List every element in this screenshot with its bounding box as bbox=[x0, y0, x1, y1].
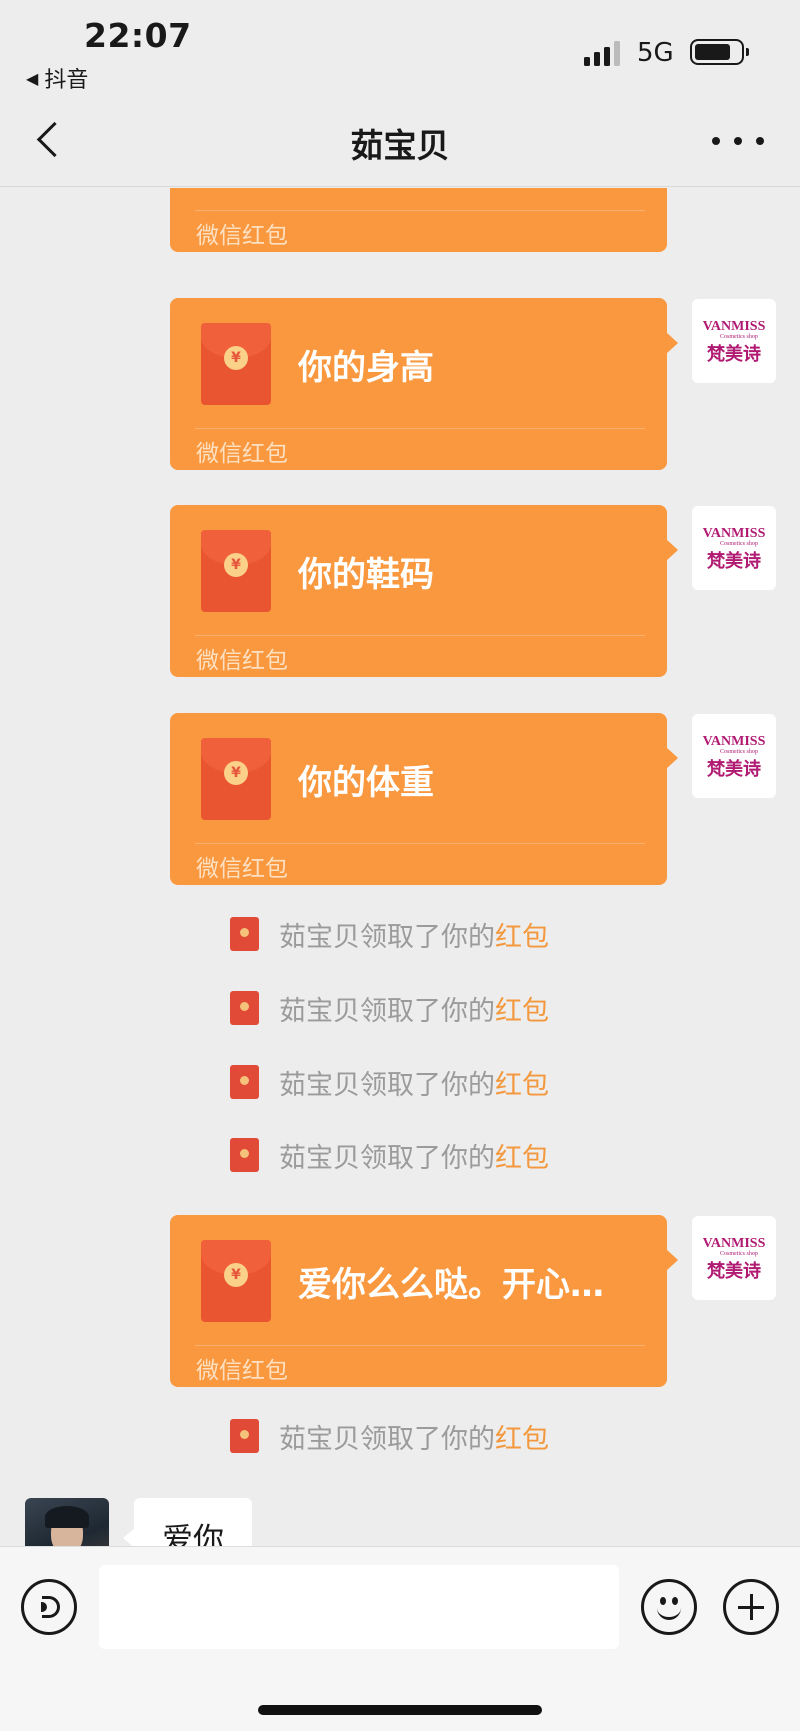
system-notice: 茹宝贝领取了你的 红包 bbox=[230, 915, 549, 954]
notice-link[interactable]: 红包 bbox=[495, 1136, 549, 1175]
red-envelope-small-icon bbox=[230, 917, 259, 951]
divider bbox=[195, 1345, 645, 1346]
notice-text: 茹宝贝领取了你的 bbox=[279, 1069, 495, 1101]
red-packet-footer: 微信红包 bbox=[196, 648, 288, 674]
red-packet-text: 你的体重 bbox=[298, 763, 434, 803]
red-packet-text: 你的身高 bbox=[298, 348, 434, 388]
red-envelope-small-icon bbox=[230, 991, 259, 1025]
red-envelope-small-icon bbox=[230, 1419, 259, 1453]
back-to-app[interactable]: ◀ 抖音 bbox=[26, 62, 88, 94]
chat-area[interactable]: ¥ 微信红包 ¥ 你的身高 微信红包 VANMISSCosmetics shop… bbox=[0, 188, 800, 1546]
sender-avatar[interactable]: VANMISS Cosmetics shop 梵美诗 bbox=[692, 299, 776, 383]
back-app-label: 抖音 bbox=[44, 68, 89, 93]
sender-avatar[interactable]: VANMISS Cosmetics shop 梵美诗 bbox=[692, 714, 776, 798]
status-bar: 22:07 ◀ 抖音 5G bbox=[0, 0, 800, 95]
notice-text: 茹宝贝领取了你的 bbox=[279, 1423, 495, 1455]
red-packet-footer: 微信红包 bbox=[196, 1358, 288, 1384]
red-packet-footer: 微信红包 bbox=[196, 223, 288, 249]
back-triangle-icon: ◀ bbox=[26, 68, 39, 88]
emoji-icon bbox=[660, 1597, 666, 1605]
contact-avatar[interactable] bbox=[25, 1498, 109, 1546]
system-notice: 茹宝贝领取了你的 红包 bbox=[230, 1136, 549, 1175]
red-envelope-small-icon bbox=[230, 1065, 259, 1099]
sender-avatar[interactable]: VANMISS Cosmetics shop 梵美诗 bbox=[692, 506, 776, 590]
battery-level bbox=[695, 44, 731, 60]
battery-icon bbox=[690, 39, 749, 65]
signal-icon bbox=[584, 40, 620, 66]
system-notice: 茹宝贝领取了你的 红包 bbox=[230, 1063, 549, 1102]
red-envelope-icon: ¥ bbox=[201, 738, 271, 820]
red-packet-message[interactable]: ¥ 你的身高 微信红包 bbox=[170, 298, 678, 470]
red-packet-message[interactable]: ¥ 微信红包 bbox=[170, 188, 667, 252]
red-envelope-small-icon bbox=[230, 1138, 259, 1172]
input-bar bbox=[0, 1546, 800, 1731]
status-time: 22:07 bbox=[84, 16, 192, 55]
message-input[interactable] bbox=[99, 1565, 619, 1649]
home-indicator[interactable] bbox=[258, 1705, 542, 1715]
emoji-button[interactable] bbox=[641, 1579, 697, 1635]
red-envelope-icon: ¥ bbox=[201, 1240, 271, 1322]
red-packet-message[interactable]: ¥ 爱你么么哒。开心… 微信红包 bbox=[170, 1215, 678, 1387]
incoming-message[interactable]: 爱你 bbox=[123, 1498, 252, 1546]
sender-avatar[interactable]: VANMISS Cosmetics shop 梵美诗 bbox=[692, 1216, 776, 1300]
notice-text: 茹宝贝领取了你的 bbox=[279, 921, 495, 953]
notice-link[interactable]: 红包 bbox=[495, 915, 549, 954]
divider bbox=[195, 843, 645, 844]
more-options-button[interactable] bbox=[712, 121, 764, 161]
red-envelope-icon: ¥ bbox=[201, 323, 271, 405]
notice-text: 茹宝贝领取了你的 bbox=[279, 1142, 495, 1174]
red-packet-text: 爱你么么哒。开心… bbox=[298, 1265, 604, 1305]
red-envelope-icon: ¥ bbox=[201, 530, 271, 612]
divider bbox=[195, 210, 645, 211]
notice-link[interactable]: 红包 bbox=[495, 989, 549, 1028]
divider bbox=[195, 635, 645, 636]
red-packet-footer: 微信红包 bbox=[196, 441, 288, 467]
red-packet-message[interactable]: ¥ 你的鞋码 微信红包 bbox=[170, 505, 678, 677]
network-type: 5G bbox=[637, 38, 674, 68]
notice-link[interactable]: 红包 bbox=[495, 1063, 549, 1102]
notice-text: 茹宝贝领取了你的 bbox=[279, 995, 495, 1027]
more-functions-button[interactable] bbox=[723, 1579, 779, 1635]
red-packet-message[interactable]: ¥ 你的体重 微信红包 bbox=[170, 713, 678, 885]
divider bbox=[195, 428, 645, 429]
chat-header: 茹宝贝 bbox=[0, 95, 800, 187]
system-notice: 茹宝贝领取了你的 红包 bbox=[230, 989, 549, 1028]
notice-link[interactable]: 红包 bbox=[495, 1417, 549, 1456]
red-packet-text: 你的鞋码 bbox=[298, 555, 434, 595]
red-packet-footer: 微信红包 bbox=[196, 856, 288, 882]
voice-button[interactable] bbox=[21, 1579, 77, 1635]
chat-title: 茹宝贝 bbox=[350, 126, 450, 165]
system-notice: 茹宝贝领取了你的 红包 bbox=[230, 1417, 549, 1456]
